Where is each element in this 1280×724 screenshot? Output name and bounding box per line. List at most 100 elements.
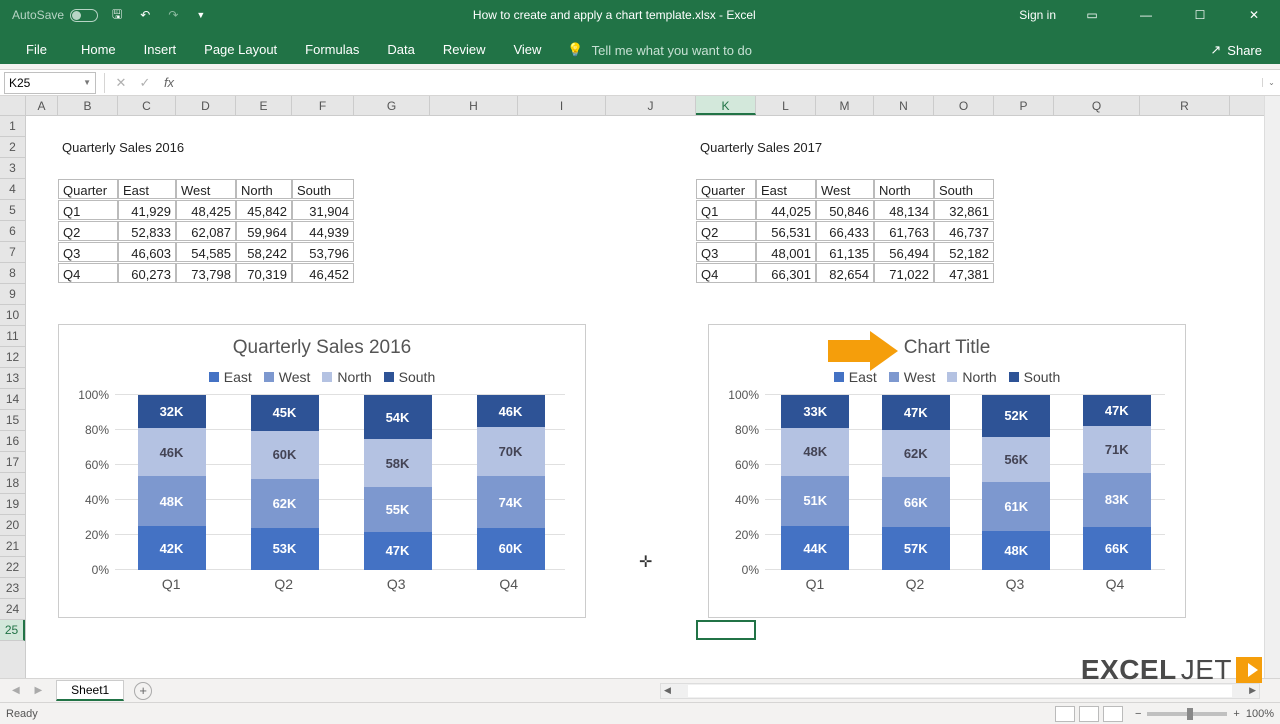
cell[interactable]: 66,433 — [816, 221, 874, 241]
cell[interactable]: 61,763 — [874, 221, 934, 241]
chart-title[interactable]: Chart Title — [709, 325, 1185, 359]
zoom-slider[interactable] — [1147, 712, 1227, 716]
bar-segment[interactable]: 62K — [882, 430, 950, 477]
cell[interactable]: Q4 — [58, 263, 118, 283]
undo-icon[interactable]: ↶ — [136, 6, 154, 24]
cell[interactable]: 61,135 — [816, 242, 874, 262]
bar-segment[interactable]: 83K — [1083, 473, 1151, 527]
cell[interactable]: 53,796 — [292, 242, 354, 262]
bar-stack[interactable]: 53K62K60K45K — [251, 395, 319, 570]
row-header[interactable]: 12 — [0, 347, 25, 368]
cell[interactable]: South — [292, 179, 354, 199]
autosave-toggle[interactable]: AutoSave — [12, 8, 98, 22]
cells-area[interactable]: Quarterly Sales 2016 Quarterly Sales 2017… — [26, 116, 1264, 678]
cell[interactable]: 41,929 — [118, 200, 176, 220]
sheet-nav-arrows[interactable]: ◀ ▶ — [6, 685, 54, 696]
cell[interactable]: 70,319 — [236, 263, 292, 283]
bar-segment[interactable]: 52K — [982, 395, 1050, 437]
cell[interactable]: 46,452 — [292, 263, 354, 283]
bar-stack[interactable]: 42K48K46K32K — [138, 395, 206, 570]
maximize-icon[interactable]: ☐ — [1182, 8, 1218, 22]
col-header[interactable]: Q — [1054, 96, 1140, 115]
row-headers[interactable]: 1234567891011121314151617181920212223242… — [0, 116, 26, 678]
tab-review[interactable]: Review — [429, 35, 500, 64]
column-headers[interactable]: ABCDEFGHIJKLMNOPQR — [26, 96, 1264, 116]
legend-item[interactable]: South — [1009, 369, 1061, 385]
col-header[interactable]: O — [934, 96, 994, 115]
tab-data[interactable]: Data — [373, 35, 428, 64]
col-header[interactable]: P — [994, 96, 1054, 115]
row-header[interactable]: 14 — [0, 389, 25, 410]
minimize-icon[interactable]: — — [1128, 8, 1164, 22]
bar-segment[interactable]: 45K — [251, 395, 319, 431]
row-header[interactable]: 20 — [0, 515, 25, 536]
formula-input[interactable] — [181, 76, 1262, 90]
bar-segment[interactable]: 48K — [781, 428, 849, 476]
bar-segment[interactable]: 60K — [477, 528, 545, 570]
cell[interactable]: 48,134 — [874, 200, 934, 220]
cell[interactable]: Q1 — [58, 200, 118, 220]
view-normal-button[interactable] — [1055, 706, 1075, 722]
bar-segment[interactable]: 47K — [1083, 395, 1151, 426]
row-header[interactable]: 6 — [0, 221, 25, 242]
cancel-formula-icon[interactable]: ✕ — [109, 75, 133, 91]
cell[interactable]: 44,939 — [292, 221, 354, 241]
row-header[interactable]: 10 — [0, 305, 25, 326]
row-header[interactable]: 7 — [0, 242, 25, 263]
tellme-search[interactable]: 💡 Tell me what you want to do — [555, 36, 764, 64]
col-header[interactable]: A — [26, 96, 58, 115]
cell[interactable]: Q1 — [696, 200, 756, 220]
row-header[interactable]: 5 — [0, 200, 25, 221]
tab-file[interactable]: File — [6, 35, 67, 64]
legend-item[interactable]: East — [834, 369, 877, 385]
bar-segment[interactable]: 47K — [882, 395, 950, 430]
cell[interactable]: 48,425 — [176, 200, 236, 220]
tab-view[interactable]: View — [499, 35, 555, 64]
cell[interactable]: Q2 — [58, 221, 118, 241]
row-header[interactable]: 11 — [0, 326, 25, 347]
row-header[interactable]: 17 — [0, 452, 25, 473]
col-header[interactable]: R — [1140, 96, 1230, 115]
col-header[interactable]: J — [606, 96, 696, 115]
cell[interactable]: 31,904 — [292, 200, 354, 220]
col-header[interactable]: I — [518, 96, 606, 115]
row-header[interactable]: 23 — [0, 578, 25, 599]
cell[interactable]: 62,087 — [176, 221, 236, 241]
bar-segment[interactable]: 46K — [477, 395, 545, 427]
fx-icon[interactable]: fx — [157, 75, 181, 90]
row-header[interactable]: 24 — [0, 599, 25, 620]
save-icon[interactable]: 🖫 — [108, 3, 126, 28]
col-header[interactable]: C — [118, 96, 176, 115]
tab-page-layout[interactable]: Page Layout — [190, 35, 291, 64]
cell[interactable]: Q2 — [696, 221, 756, 241]
cell[interactable]: 66,301 — [756, 263, 816, 283]
bar-segment[interactable]: 66K — [882, 477, 950, 527]
bar-segment[interactable]: 66K — [1083, 527, 1151, 570]
qat-dropdown-icon[interactable]: ▼ — [192, 8, 209, 22]
cell[interactable]: South — [934, 179, 994, 199]
row-header[interactable]: 1 — [0, 116, 25, 137]
bar-segment[interactable]: 48K — [138, 476, 206, 526]
cell[interactable]: 56,531 — [756, 221, 816, 241]
legend-item[interactable]: North — [322, 369, 371, 385]
chart-title[interactable]: Quarterly Sales 2016 — [59, 325, 585, 359]
col-header[interactable]: G — [354, 96, 430, 115]
legend-item[interactable]: East — [209, 369, 252, 385]
bar-segment[interactable]: 53K — [251, 528, 319, 570]
cell[interactable]: 54,585 — [176, 242, 236, 262]
plot-area[interactable]: 0%20%40%60%80%100%44K51K48K33K57K66K62K4… — [765, 395, 1165, 570]
cell[interactable]: Quarterly Sales 2017 — [696, 137, 896, 157]
cell[interactable]: West — [816, 179, 874, 199]
sheet-tab[interactable]: Sheet1 — [56, 680, 124, 701]
cell[interactable]: North — [874, 179, 934, 199]
tab-insert[interactable]: Insert — [130, 35, 191, 64]
chart-legend[interactable]: EastWestNorthSouth — [59, 359, 585, 395]
cell[interactable]: North — [236, 179, 292, 199]
bar-segment[interactable]: 51K — [781, 476, 849, 527]
row-header[interactable]: 21 — [0, 536, 25, 557]
chart[interactable]: Quarterly Sales 2016EastWestNorthSouth0%… — [58, 324, 586, 618]
cell[interactable]: Q3 — [58, 242, 118, 262]
legend-item[interactable]: North — [947, 369, 996, 385]
cell[interactable]: 82,654 — [816, 263, 874, 283]
col-header[interactable]: D — [176, 96, 236, 115]
